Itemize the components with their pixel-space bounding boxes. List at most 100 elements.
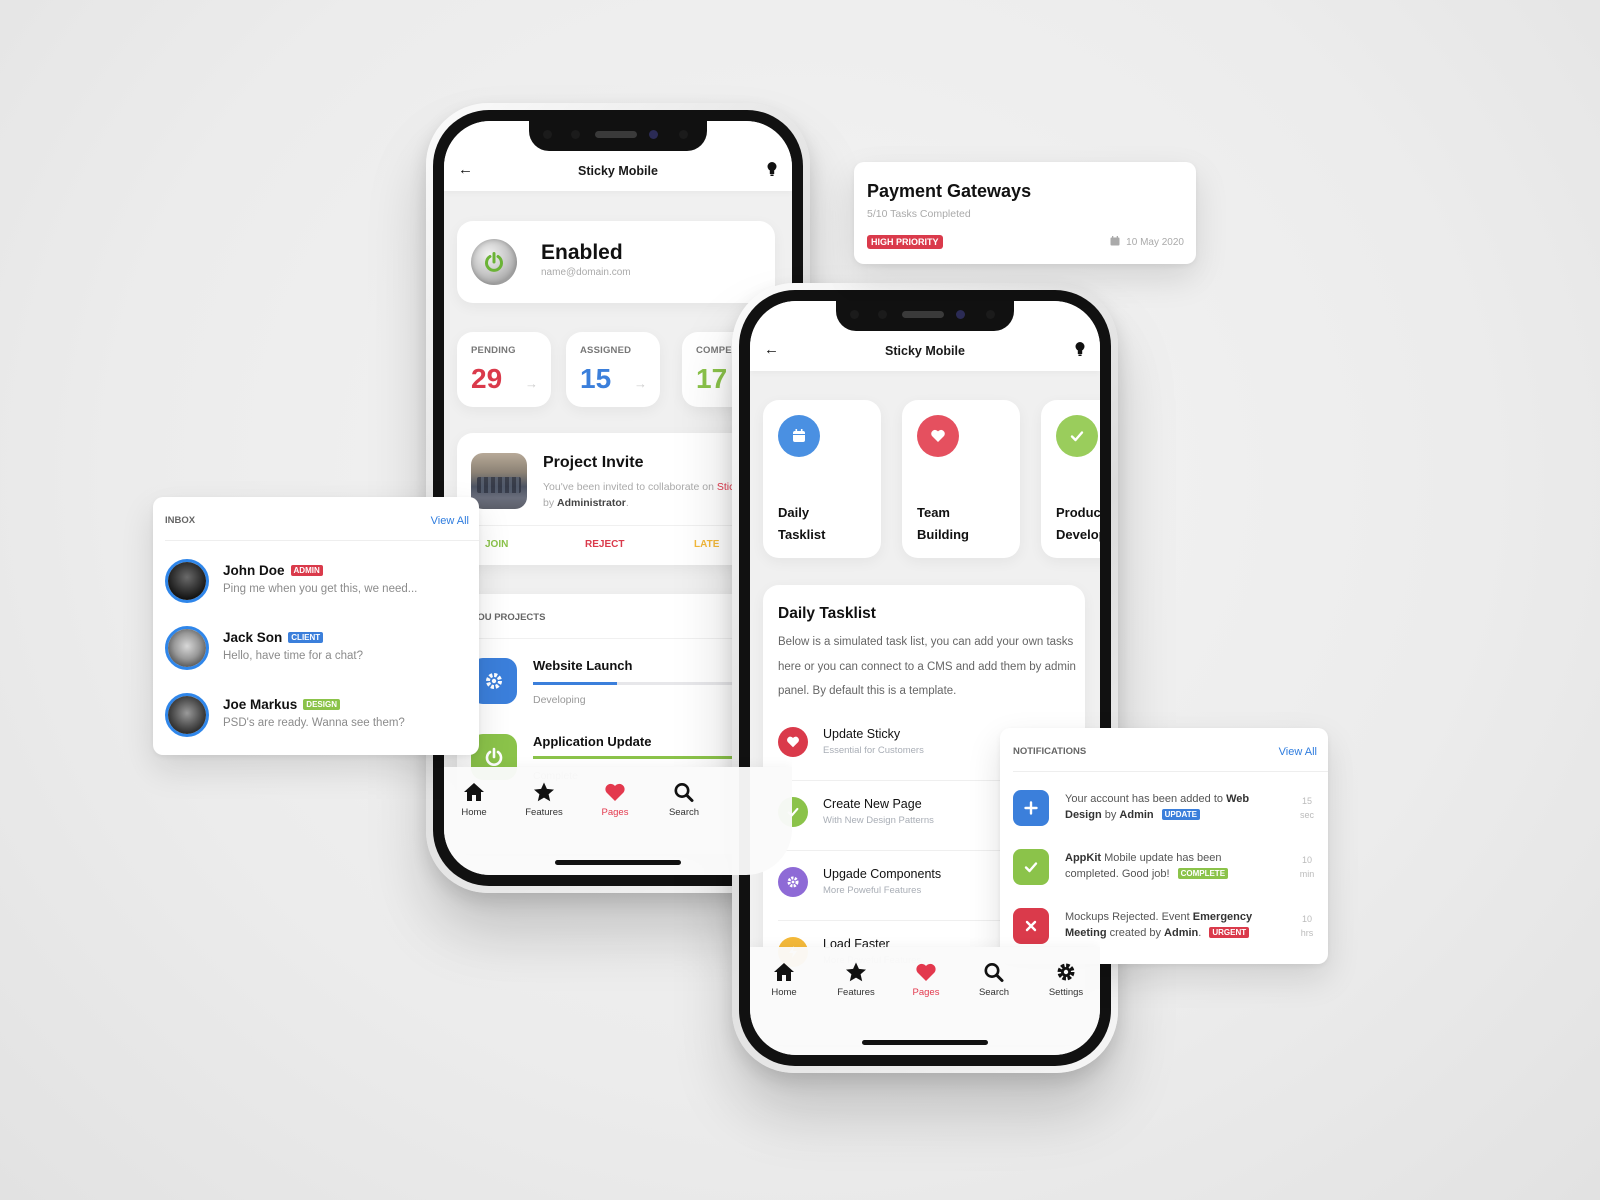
nav-features[interactable]: Features xyxy=(514,781,574,818)
notification-item[interactable]: AppKit Mobile update has been completed.… xyxy=(1013,849,1318,899)
plus-icon xyxy=(1013,790,1049,826)
heart-icon xyxy=(778,727,808,757)
payment-title: Payment Gateways xyxy=(867,181,1032,201)
notifications-view-all-link[interactable]: View All xyxy=(1279,746,1317,758)
close-icon xyxy=(1013,908,1049,944)
notification-time: 15 sec xyxy=(1299,796,1314,820)
task-title: Upgade Components xyxy=(823,867,942,881)
search-icon xyxy=(984,963,1004,982)
reject-button[interactable]: REJECT xyxy=(585,539,624,550)
message-preview: PSD's are ready. Wanna see them? xyxy=(223,717,405,729)
nav-home[interactable]: Home xyxy=(754,961,814,998)
invite-title: Project Invite xyxy=(543,454,644,471)
stat-label: PENDING xyxy=(471,345,516,356)
nav-label: Search xyxy=(668,807,700,818)
inbox-card: INBOX View All John Doe ADMIN Ping me whe… xyxy=(153,497,479,755)
role-badge: CLIENT xyxy=(288,632,324,643)
inbox-message[interactable]: John Doe ADMIN Ping me when you get this,… xyxy=(165,559,469,615)
nav-label: Settings xyxy=(1048,987,1084,998)
nav-features[interactable]: Features xyxy=(826,961,886,998)
project-status: Developing xyxy=(533,694,586,706)
project-title: Application Update xyxy=(533,734,652,749)
notification-item[interactable]: Your account has been added to Web Desig… xyxy=(1013,790,1318,840)
inbox-message[interactable]: Joe Markus DESIGN PSD's are ready. Wanna … xyxy=(165,693,469,749)
power-disc-icon xyxy=(471,239,517,285)
gear-icon xyxy=(1057,963,1075,981)
nav-label: Search xyxy=(978,987,1010,998)
sender-name: Joe Markus DESIGN xyxy=(223,697,340,712)
status-card[interactable]: Enabled name@domain.com xyxy=(457,221,775,303)
calendar-icon xyxy=(778,415,820,457)
notifications-heading: NOTIFICATIONS xyxy=(1013,746,1087,757)
nav-label: Features xyxy=(837,987,875,998)
notification-text: Your account has been added to Web Desig… xyxy=(1065,793,1250,821)
inbox-message[interactable]: Jack Son CLIENT Hello, have time for a ch… xyxy=(165,626,469,682)
category-team-building[interactable]: Team Building xyxy=(902,400,1020,558)
app-title: Sticky Mobile xyxy=(578,164,658,178)
nav-label: Features xyxy=(525,807,563,818)
nav-pages[interactable]: Pages xyxy=(896,961,956,998)
payment-date: 10 May 2020 xyxy=(1110,236,1184,248)
task-title: Update Sticky xyxy=(823,727,901,741)
notification-time: 10 min xyxy=(1299,855,1315,879)
projects-heading: YOU PROJECTS xyxy=(471,612,546,623)
status-title: Enabled xyxy=(541,241,623,264)
nav-pages[interactable]: Pages xyxy=(585,781,645,818)
sender-name: Jack Son CLIENT xyxy=(223,630,324,645)
payment-subtitle: 5/10 Tasks Completed xyxy=(867,208,971,220)
avatar xyxy=(165,626,209,670)
nav-search[interactable]: Search xyxy=(964,961,1024,998)
check-icon xyxy=(1056,415,1098,457)
notification-time: 10 hrs xyxy=(1300,914,1314,938)
phone-mockup-right: ← Sticky Mobile Daily Tasklist Team Buildi… xyxy=(732,283,1118,1073)
lightbulb-icon[interactable] xyxy=(766,161,778,177)
home-indicator xyxy=(862,1040,988,1045)
task-subtitle: Essential for Customers xyxy=(823,745,924,756)
project-progress-fill xyxy=(533,682,617,685)
role-badge: ADMIN xyxy=(290,565,323,576)
notification-text: AppKit Mobile update has been completed.… xyxy=(1065,850,1275,882)
notification-text: Mockups Rejected. Event Emergency Meetin… xyxy=(1065,911,1253,939)
star-icon xyxy=(846,962,866,982)
inbox-heading: INBOX xyxy=(165,515,196,526)
heart-icon xyxy=(916,963,936,981)
nav-label: Pages xyxy=(912,987,940,998)
arrow-right-icon: → xyxy=(634,376,647,391)
calendar-icon xyxy=(1110,236,1120,246)
inbox-view-all-link[interactable]: View All xyxy=(431,515,469,527)
stat-label: COMPE xyxy=(696,345,732,356)
stat-card-assigned[interactable]: ASSIGNED 15 → xyxy=(566,332,660,407)
stat-value: 17 xyxy=(696,363,728,394)
nav-settings[interactable]: Settings xyxy=(1036,961,1096,998)
tasklist-heading: Daily Tasklist xyxy=(778,605,876,622)
project-title: Website Launch xyxy=(533,658,633,673)
join-button[interactable]: JOIN xyxy=(485,539,508,550)
check-icon xyxy=(1013,849,1049,885)
payment-gateways-card[interactable]: Payment Gateways 5/10 Tasks Completed HI… xyxy=(854,162,1196,264)
search-icon xyxy=(674,783,694,802)
category-product-development[interactable]: ProductDevelopment xyxy=(1041,400,1100,558)
heart-icon xyxy=(917,415,959,457)
phone-bezel: ← Sticky Mobile Daily Tasklist Team Buildi… xyxy=(739,290,1111,1066)
nav-home[interactable]: Home xyxy=(444,781,504,818)
task-title: Create New Page xyxy=(823,797,922,811)
app-title: Sticky Mobile xyxy=(885,344,965,358)
stat-card-pending[interactable]: PENDING 29 → xyxy=(457,332,551,407)
task-subtitle: With New Design Patterns xyxy=(823,815,934,826)
star-icon xyxy=(534,782,554,802)
bottom-navigation: Home Features Pages Search xyxy=(444,767,792,875)
tasklist-description: Below is a simulated task list, you can … xyxy=(778,636,1076,697)
arrow-right-icon: → xyxy=(525,376,538,391)
lightbulb-icon[interactable] xyxy=(1074,341,1086,357)
nav-label: Home xyxy=(771,987,797,998)
home-icon xyxy=(464,783,484,801)
later-button[interactable]: LATE xyxy=(694,539,719,550)
notification-badge: COMPLETE xyxy=(1177,868,1229,879)
category-daily-tasklist[interactable]: Daily Tasklist xyxy=(763,400,881,558)
home-indicator xyxy=(555,860,681,865)
nav-search[interactable]: Search xyxy=(654,781,714,818)
home-icon xyxy=(774,963,794,981)
notification-badge: URGENT xyxy=(1209,927,1250,938)
notification-badge: UPDATE xyxy=(1161,809,1200,820)
notifications-card: NOTIFICATIONS View All Your account has … xyxy=(1000,728,1328,964)
